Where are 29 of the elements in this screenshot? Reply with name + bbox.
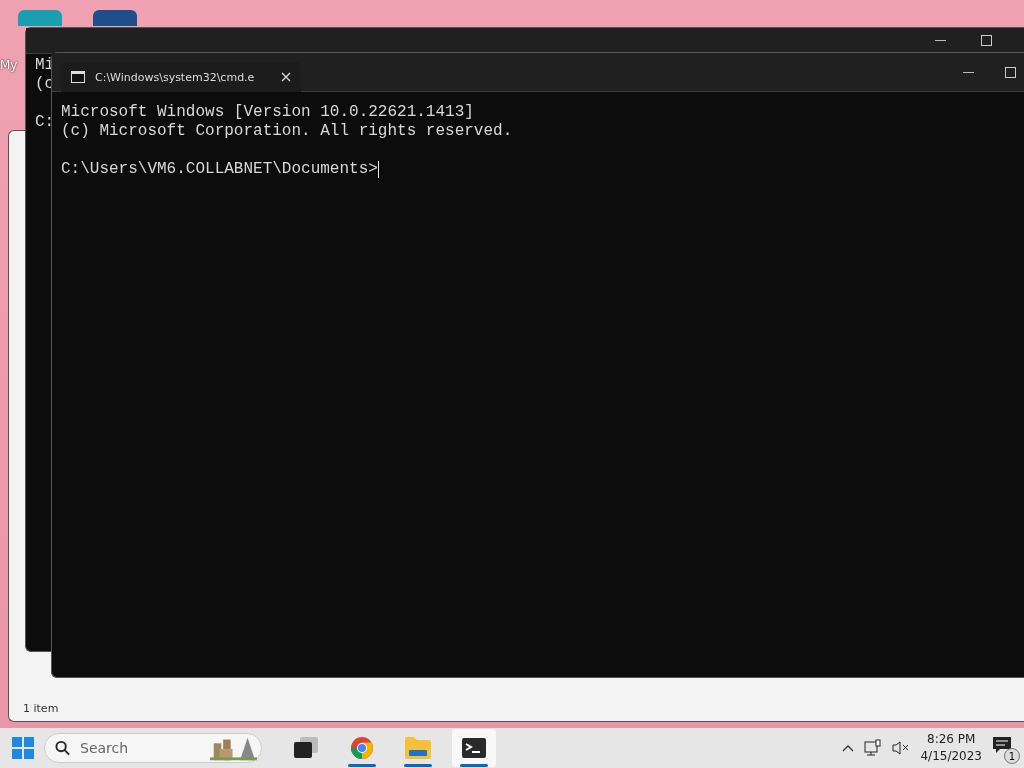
chevron-up-icon[interactable]: [842, 744, 855, 752]
terminal-tab[interactable]: C:\Windows\system32\cmd.e: [61, 62, 301, 92]
notification-count: 1: [1004, 748, 1020, 764]
time-text: 8:26 PM: [927, 731, 976, 748]
date-text: 4/15/2023: [920, 748, 982, 765]
clock[interactable]: 8:26 PM 4/15/2023: [920, 731, 982, 765]
search-icon: [55, 740, 71, 756]
network-icon[interactable]: [864, 739, 883, 757]
notification-icon[interactable]: [992, 736, 1012, 754]
terminal-icon: [462, 738, 486, 758]
search-input[interactable]: Search: [78, 739, 203, 757]
speaker-muted-icon[interactable]: [892, 740, 911, 756]
text-cursor: [377, 161, 379, 178]
maximize-icon[interactable]: [981, 35, 992, 46]
close-icon[interactable]: [281, 72, 291, 82]
search-bar[interactable]: Search: [44, 733, 262, 763]
status-text: 1 item: [23, 702, 59, 715]
console-line: Mi: [35, 56, 55, 75]
console-icon: [71, 71, 85, 83]
windows-logo-icon: [12, 737, 34, 759]
console-line: C:\Users\VM6.COLLABNET\Documents>: [61, 160, 378, 179]
folder-icon: [405, 737, 431, 759]
maximize-icon[interactable]: [1005, 67, 1016, 78]
console-line: (c) Microsoft Corporation. All rights reserved.: [61, 122, 513, 141]
taskbar-app[interactable]: [452, 729, 496, 767]
desktop-icon[interactable]: [93, 10, 137, 26]
browser-icon: [350, 736, 374, 760]
console-line: Microsoft Windows [Version 10.0.22621.1413]: [61, 103, 474, 122]
console-line: C:: [35, 113, 55, 132]
